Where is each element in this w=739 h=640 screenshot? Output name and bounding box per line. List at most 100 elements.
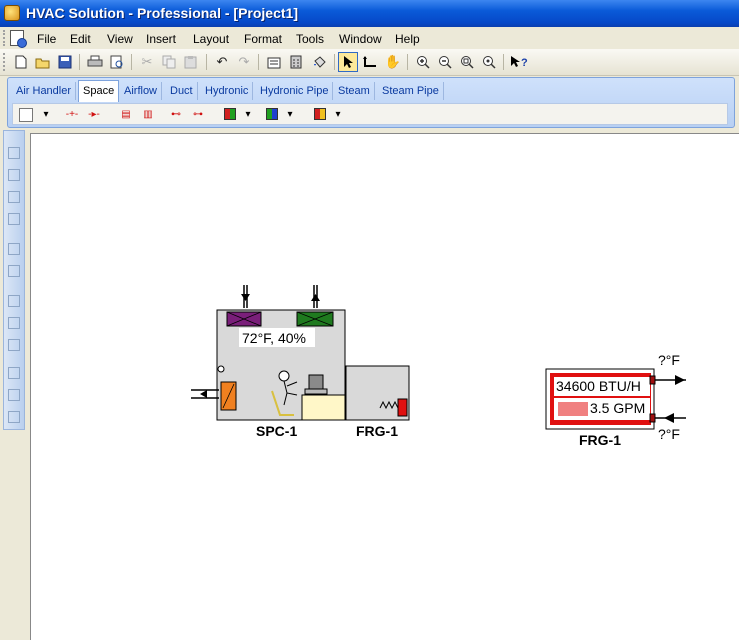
- space-label[interactable]: SPC-1: [256, 423, 297, 439]
- same-size-icon[interactable]: [8, 339, 20, 351]
- zoom-in-icon[interactable]: [413, 52, 433, 72]
- ungroup-icon[interactable]: [8, 411, 20, 423]
- heating-flow-arrow-icon: [200, 390, 207, 398]
- menu-insert[interactable]: Insert: [146, 32, 176, 46]
- document-icon[interactable]: [10, 30, 27, 48]
- distribute-vertical-icon[interactable]: [8, 265, 20, 277]
- frg-inlet-temp: ?°F: [658, 426, 680, 442]
- frg-attached-heater-icon: [397, 398, 408, 417]
- add-diffuser-icon[interactable]: ▤: [117, 106, 135, 122]
- open-folder-icon[interactable]: [33, 52, 53, 72]
- menu-edit[interactable]: Edit: [70, 32, 91, 46]
- frg-flow-value: 3.5 GPM: [590, 400, 646, 416]
- frg-inlet-arrow-icon: [664, 413, 674, 423]
- new-file-icon[interactable]: [11, 52, 31, 72]
- redo-icon[interactable]: ↷: [234, 52, 254, 72]
- toolbar-grip[interactable]: [3, 53, 7, 71]
- tab-steam-pipe[interactable]: Steam Pipe: [378, 82, 444, 100]
- same-height-icon[interactable]: [8, 317, 20, 329]
- fill-bucket-icon[interactable]: [309, 52, 329, 72]
- print-icon[interactable]: [85, 52, 105, 72]
- space-template-icon[interactable]: [19, 108, 33, 122]
- menu-grip[interactable]: [3, 30, 8, 46]
- component-panel: Air Handler Space Airflow Duct Hydronic …: [7, 77, 735, 128]
- cut-icon[interactable]: ✂: [137, 52, 157, 72]
- title-bar: HVAC Solution - Professional - [Project1…: [0, 0, 739, 27]
- toolbar-separator: [407, 54, 408, 70]
- add-grille-icon[interactable]: ▥: [139, 106, 157, 122]
- toolbar-separator: [206, 54, 207, 70]
- frg-outlet-temp: ?°F: [658, 352, 680, 368]
- tab-air-handler[interactable]: Air Handler: [12, 82, 77, 100]
- drawing-canvas[interactable]: 72°F, 40% SPC-1 FRG-1 34600 BTU/H 3.5 GP…: [30, 133, 739, 640]
- menu-window[interactable]: Window: [339, 32, 382, 46]
- calculator-icon[interactable]: [286, 52, 306, 72]
- frg-capacity-value: 34600 BTU/H: [556, 378, 641, 394]
- supply-arrow-icon: [241, 294, 250, 301]
- properties-icon[interactable]: [264, 52, 284, 72]
- frg-unit-label[interactable]: FRG-1: [579, 432, 621, 448]
- window-title: HVAC Solution - Professional - [Project1…: [26, 5, 298, 21]
- tab-steam[interactable]: Steam: [334, 82, 375, 100]
- same-width-icon[interactable]: [8, 295, 20, 307]
- zoom-window-icon[interactable]: [479, 52, 499, 72]
- frg-flow-bar: [558, 402, 588, 416]
- pan-hand-icon[interactable]: ✋: [383, 52, 403, 72]
- menu-help[interactable]: Help: [395, 32, 420, 46]
- add-supply-icon[interactable]: -+-: [63, 106, 81, 122]
- connector-icon[interactable]: [360, 52, 380, 72]
- frg-attached[interactable]: [345, 365, 410, 421]
- select-pointer-icon[interactable]: [338, 52, 358, 72]
- tab-hydronic-pipe[interactable]: Hydronic Pipe: [256, 82, 334, 100]
- add-return-icon[interactable]: -▸-: [85, 106, 103, 122]
- toolbar-separator: [334, 54, 335, 70]
- toolbar-separator: [131, 54, 132, 70]
- return-arrow-icon: [311, 294, 320, 301]
- save-icon[interactable]: [55, 52, 75, 72]
- space-spc-1[interactable]: [191, 285, 346, 421]
- dropdown-arrow-icon[interactable]: ▾: [281, 106, 299, 122]
- zoom-out-icon[interactable]: [435, 52, 455, 72]
- distribute-horizontal-icon[interactable]: [8, 243, 20, 255]
- space-evenly-icon[interactable]: [8, 367, 20, 379]
- layout-sidebar: [3, 130, 25, 430]
- space-readout: 72°F, 40%: [242, 330, 306, 346]
- print-preview-icon[interactable]: [107, 52, 127, 72]
- dropdown-arrow-icon[interactable]: ▾: [329, 106, 347, 122]
- dropdown-arrow-icon[interactable]: ▾: [239, 106, 257, 122]
- menu-layout[interactable]: Layout: [193, 32, 229, 46]
- menu-format[interactable]: Format: [244, 32, 282, 46]
- zoom-fit-icon[interactable]: [457, 52, 477, 72]
- context-help-icon[interactable]: ?: [509, 52, 529, 72]
- tab-duct[interactable]: Duct: [166, 82, 198, 100]
- svg-text:?: ?: [521, 57, 528, 69]
- fan-coil-icon[interactable]: [311, 106, 329, 122]
- frg-attached-label[interactable]: FRG-1: [356, 423, 398, 439]
- tab-hydronic[interactable]: Hydronic: [201, 82, 254, 100]
- tab-space[interactable]: Space: [78, 80, 120, 102]
- menu-tools[interactable]: Tools: [296, 32, 324, 46]
- app-icon[interactable]: [4, 5, 20, 21]
- align-bottom-icon[interactable]: [8, 213, 20, 225]
- menu-file[interactable]: File: [37, 32, 56, 46]
- align-left-icon[interactable]: [8, 147, 20, 159]
- align-center-icon[interactable]: [8, 169, 20, 181]
- frg-outlet-arrow-icon: [675, 375, 685, 385]
- add-heater-icon[interactable]: ⊶: [189, 106, 207, 122]
- tab-airflow[interactable]: Airflow: [120, 82, 163, 100]
- paste-icon[interactable]: [181, 52, 201, 72]
- menu-bar: File Edit View Insert Layout Format Tool…: [0, 27, 739, 49]
- copy-icon[interactable]: [159, 52, 179, 72]
- group-icon[interactable]: [8, 389, 20, 401]
- add-coil-icon[interactable]: ⊷: [167, 106, 185, 122]
- dropdown-arrow-icon[interactable]: ▾: [37, 106, 55, 122]
- equipment-icon[interactable]: [221, 106, 239, 122]
- terminal-unit-icon[interactable]: [263, 106, 281, 122]
- menu-view[interactable]: View: [107, 32, 133, 46]
- thermostat-icon: [217, 365, 225, 373]
- space-tools-toolbar: ▾ -+- -▸- ▤ ▥ ⊷ ⊶ ▾ ▾ ▾: [12, 103, 728, 125]
- toolbar-separator: [258, 54, 259, 70]
- undo-icon[interactable]: ↶: [212, 52, 232, 72]
- toolbar-separator: [79, 54, 80, 70]
- align-right-icon[interactable]: [8, 191, 20, 203]
